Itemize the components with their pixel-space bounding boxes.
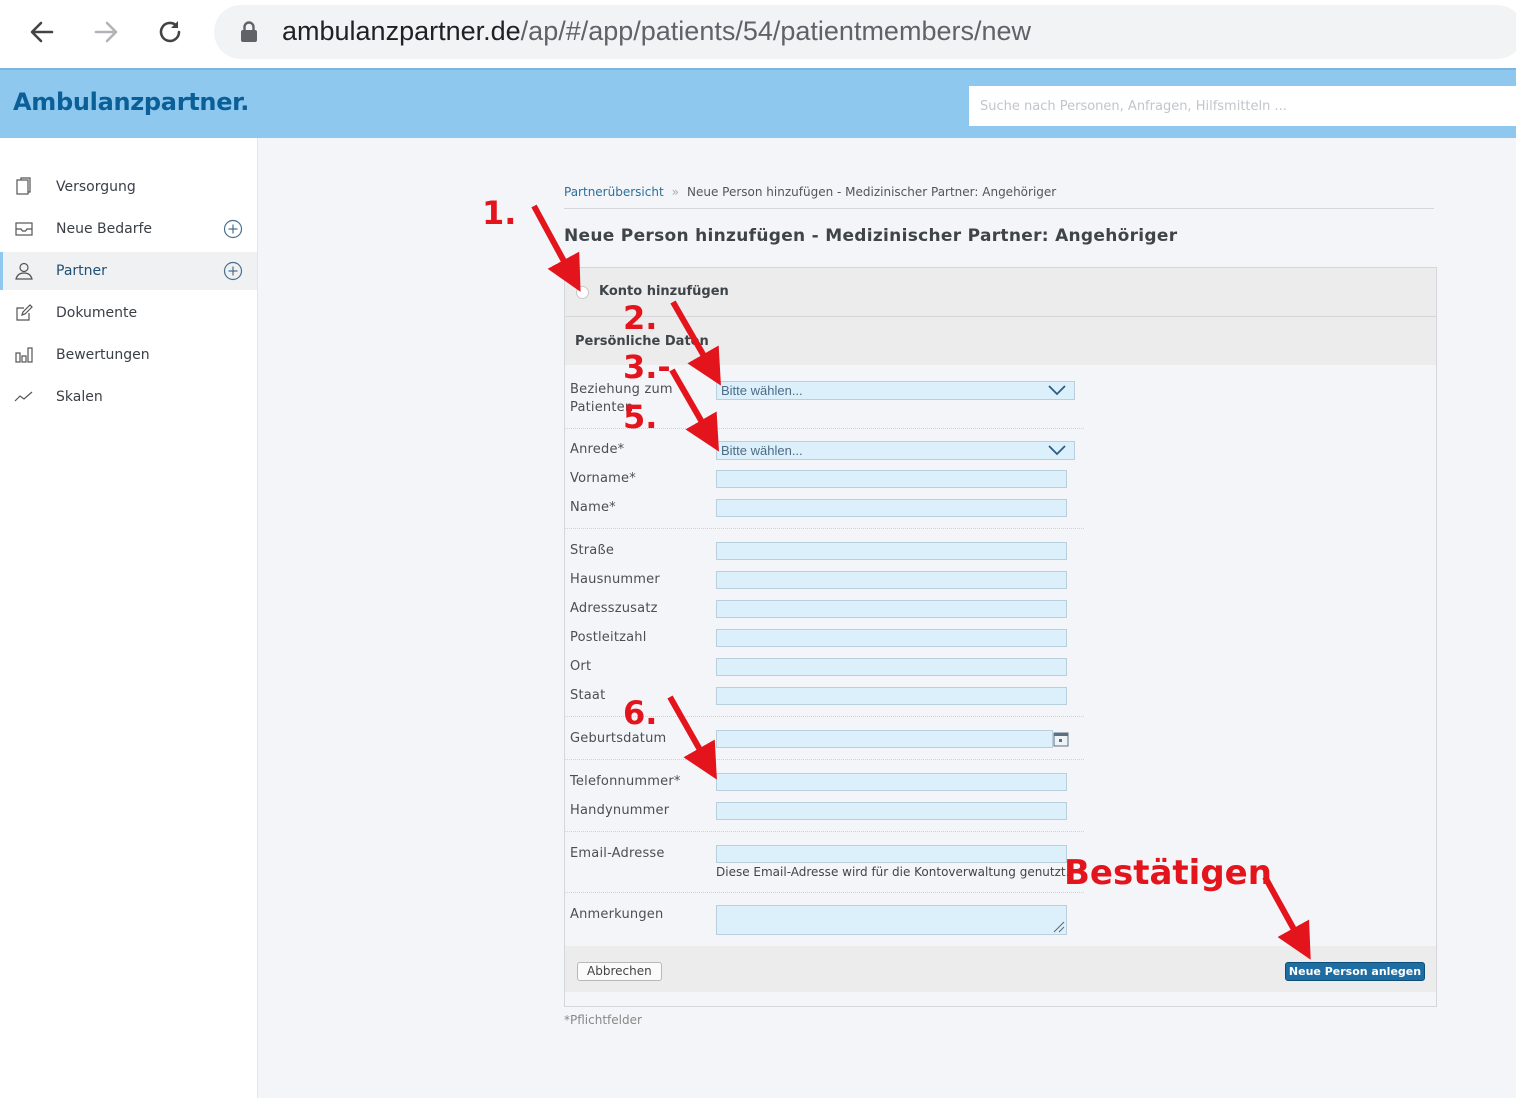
resize-handle-icon[interactable] [1051,919,1065,933]
trend-line-icon [14,391,33,402]
phone-label: Telefonnummer* [570,774,681,789]
relation-select[interactable]: Bitte wählen... [716,381,1075,400]
inbox-icon [15,222,33,236]
personal-data-section-header: Persönliche Daten [565,317,1436,365]
street-label: Straße [570,543,615,558]
url-path: /ap/#/app/patients/54/patientmembers/new [520,16,1031,46]
arrow-left-icon [30,21,54,43]
create-person-button[interactable]: Neue Person anlegen [1285,962,1425,981]
sidebar-item-neue-bedarfe[interactable]: Neue Bedarfe [0,210,257,248]
annotation-step-2: 2. [623,299,658,337]
chevron-down-icon [1048,385,1066,396]
country-label: Staat [570,688,606,703]
sidebar-item-label: Dokumente [56,305,138,321]
browser-toolbar: ambulanzpartner.de/ap/#/app/patients/54/… [0,0,1516,68]
chevron-down-icon [1048,445,1066,456]
sidebar-item-skalen[interactable]: Skalen [0,378,257,416]
field-divider [565,759,1084,760]
breadcrumb-separator: » [671,185,679,199]
postal-code-label: Postleitzahl [570,630,647,645]
breadcrumb-current: Neue Person hinzufügen - Medizinischer P… [687,185,1057,199]
required-fields-note: *Pflichtfelder [564,1013,642,1027]
mobile-label: Handynummer [570,803,670,818]
calendar-icon[interactable] [1053,731,1069,747]
phone-input[interactable] [716,773,1067,791]
annotation-step-1: 1. [482,194,517,232]
bar-chart-icon [15,347,33,363]
brand-logo[interactable]: Ambulanzpartner. [13,88,249,116]
salutation-select-value: Bitte wählen... [721,443,803,458]
new-person-form: Konto hinzufügen Persönliche Daten Bezie… [564,267,1437,1007]
annotation-step-6: 6. [623,694,658,732]
remarks-label: Anmerkungen [570,907,664,922]
salutation-label: Anrede* [570,442,625,457]
breadcrumb-link-partner-overview[interactable]: Partnerübersicht [564,185,664,199]
sidebar-item-label: Neue Bedarfe [56,221,153,237]
breadcrumb-divider [564,208,1434,209]
search-input[interactable] [969,86,1516,126]
last-name-label: Name* [570,500,616,515]
email-input[interactable] [716,845,1067,863]
sidebar-item-versorgung[interactable]: Versorgung [0,168,257,206]
house-number-input[interactable] [716,571,1067,589]
relation-select-value: Bitte wählen... [721,383,803,398]
forward-button[interactable] [86,12,126,52]
sidebar-item-label: Partner [56,263,107,279]
sidebar-item-label: Bewertungen [56,347,150,363]
field-divider [565,892,1084,893]
form-footer: Abbrechen Neue Person anlegen [565,946,1436,992]
country-input[interactable] [716,687,1067,705]
field-divider [565,528,1084,529]
birthdate-input[interactable] [716,730,1053,748]
address-extra-label: Adresszusatz [570,601,658,616]
salutation-select[interactable]: Bitte wählen... [716,441,1075,460]
app-header: Ambulanzpartner. [0,68,1516,138]
lock-icon [241,21,257,42]
sidebar-item-dokumente[interactable]: Dokumente [0,294,257,332]
sidebar: Versorgung Neue Bedarfe Partner Dokument… [0,138,258,1098]
city-label: Ort [570,659,592,674]
email-hint: Diese Email-Adresse wird für die Kontove… [716,865,1070,879]
sidebar-item-partner[interactable]: Partner [0,252,257,290]
sidebar-item-label: Skalen [56,389,103,405]
add-account-label[interactable]: Konto hinzufügen [599,284,729,299]
reload-icon [159,21,181,43]
edit-icon [16,304,33,321]
add-circle-icon[interactable] [223,219,243,239]
clipboard-icon [16,177,31,195]
add-account-row: Konto hinzufügen [565,268,1436,317]
annotation-step-5: 5. [623,398,658,436]
sidebar-item-bewertungen[interactable]: Bewertungen [0,336,257,374]
remarks-textarea[interactable] [716,905,1067,935]
add-account-radio[interactable] [576,286,589,299]
url-text: ambulanzpartner.de/ap/#/app/patients/54/… [282,16,1031,47]
city-input[interactable] [716,658,1067,676]
add-circle-icon[interactable] [223,261,243,281]
field-divider [565,831,1084,832]
breadcrumb: Partnerübersicht » Neue Person hinzufügen … [564,185,1056,199]
street-input[interactable] [716,542,1067,560]
first-name-input[interactable] [716,470,1067,488]
annotation-confirm: Bestätigen [1064,853,1272,893]
arrow-right-icon [94,21,118,43]
user-icon [15,262,33,280]
postal-code-input[interactable] [716,629,1067,647]
birthdate-label: Geburtsdatum [570,731,667,746]
cancel-button[interactable]: Abbrechen [577,962,662,981]
first-name-label: Vorname* [570,471,636,486]
annotation-step-3: 3.- [623,348,671,386]
reload-button[interactable] [150,12,190,52]
url-host: ambulanzpartner.de [282,16,521,46]
last-name-input[interactable] [716,499,1067,517]
sidebar-item-label: Versorgung [56,179,136,195]
house-number-label: Hausnummer [570,572,660,587]
mobile-input[interactable] [716,802,1067,820]
email-label: Email-Adresse [570,846,665,861]
back-button[interactable] [22,12,62,52]
address-bar[interactable]: ambulanzpartner.de/ap/#/app/patients/54/… [214,5,1516,59]
address-extra-input[interactable] [716,600,1067,618]
page-title: Neue Person hinzufügen - Medizinischer P… [564,226,1178,246]
